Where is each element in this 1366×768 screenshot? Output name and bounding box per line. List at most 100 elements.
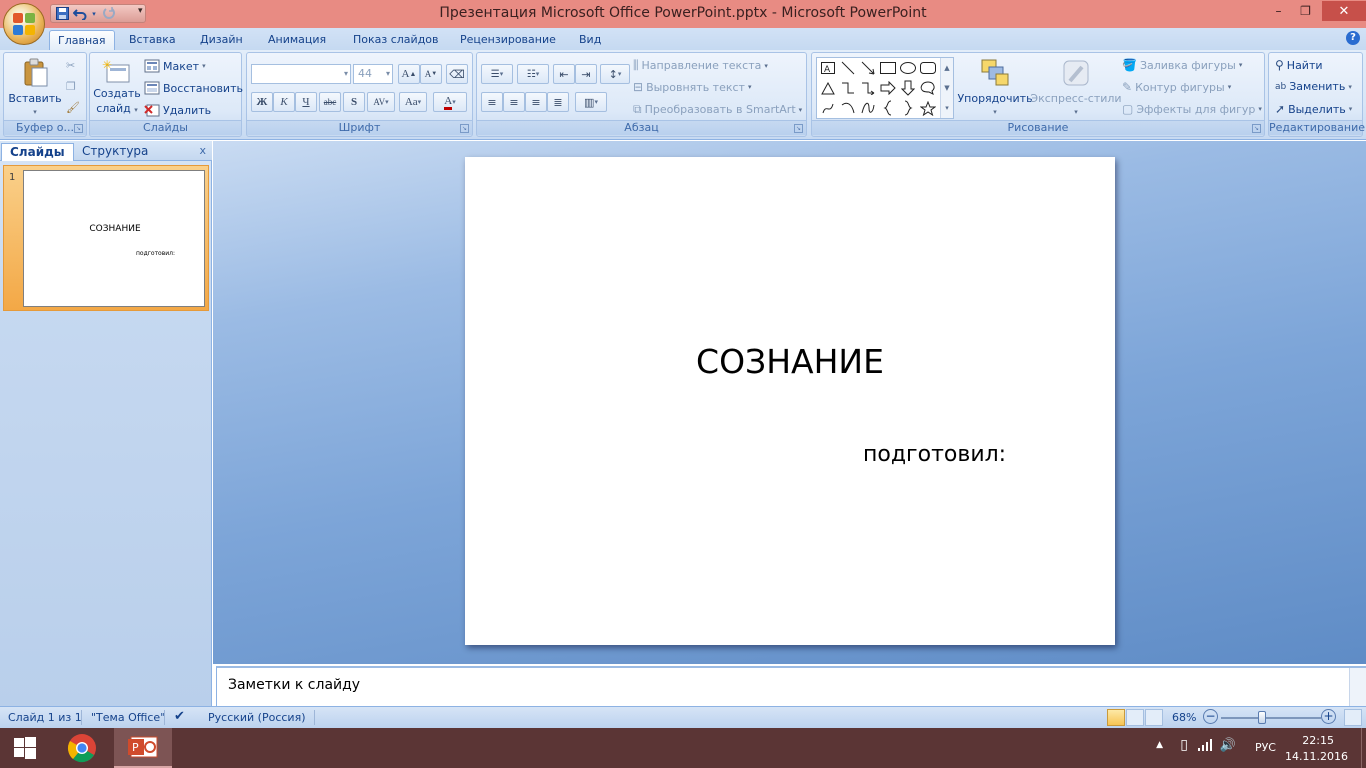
oval-shape-icon[interactable] xyxy=(898,58,918,78)
columns-button[interactable]: ▥ ▾ xyxy=(575,92,607,112)
tab-outline[interactable]: Структура xyxy=(74,143,156,161)
strikethrough-button[interactable]: abc xyxy=(319,92,341,112)
tab-insert[interactable]: Вставка xyxy=(121,30,184,50)
decrease-indent-icon[interactable]: ⇤ xyxy=(553,64,575,84)
freeform-shape-icon[interactable] xyxy=(818,98,838,118)
left-brace-shape-icon[interactable] xyxy=(878,98,898,118)
bold-button[interactable]: Ж xyxy=(251,92,273,112)
clock-time[interactable]: 22:15 xyxy=(1302,734,1334,747)
clock-date[interactable]: 14.11.2016 xyxy=(1285,750,1348,763)
tab-slideshow[interactable]: Показ слайдов xyxy=(345,30,447,50)
spellcheck-icon[interactable]: ✔ xyxy=(174,709,185,724)
numbering-button[interactable]: ☷ ▾ xyxy=(517,64,549,84)
char-spacing-button[interactable]: AV ▾ xyxy=(367,92,395,112)
font-launcher-icon[interactable]: ↘ xyxy=(460,124,469,133)
notes-placeholder[interactable]: Заметки к слайду xyxy=(228,677,360,693)
copy-icon[interactable]: ❐ xyxy=(66,80,76,93)
align-center-icon[interactable]: ≡ xyxy=(503,92,525,112)
rectangle-shape-icon[interactable] xyxy=(878,58,898,78)
power-icon[interactable]: ▯ xyxy=(1180,737,1188,753)
slide-title[interactable]: СОЗНАНИЕ xyxy=(465,342,1115,381)
select-button[interactable]: ➚ Выделить ▾ xyxy=(1275,102,1352,116)
replace-button[interactable]: ab Заменить ▾ xyxy=(1275,80,1352,93)
underline-button[interactable]: Ч xyxy=(295,92,317,112)
language-status[interactable]: Русский (Россия) xyxy=(208,711,306,724)
zoom-slider-thumb[interactable] xyxy=(1257,711,1266,724)
grow-font-button[interactable]: A ▲ xyxy=(398,64,420,84)
chrome-taskbar-icon[interactable] xyxy=(53,728,111,768)
slide-subtitle[interactable]: подготовил: xyxy=(863,442,1006,467)
star-shape-icon[interactable] xyxy=(918,98,938,118)
delete-button[interactable]: Удалить xyxy=(144,102,211,118)
shape-outline-button[interactable]: ✎ Контур фигуры ▾ xyxy=(1122,80,1231,94)
tab-animation[interactable]: Анимация xyxy=(260,30,334,50)
zoom-out-icon[interactable]: − xyxy=(1203,709,1218,724)
notes-pane[interactable]: Заметки к слайду xyxy=(216,666,1366,708)
align-text-button[interactable]: ⊟ Выровнять текст ▾ xyxy=(633,80,751,94)
right-arrow-shape-icon[interactable] xyxy=(878,78,898,98)
layout-button[interactable]: Макет ▾ xyxy=(144,58,206,74)
slide-thumbnail[interactable]: СОЗНАНИЕ подготовил: xyxy=(23,170,205,307)
elbow-connector-icon[interactable] xyxy=(838,78,858,98)
clipboard-launcher-icon[interactable]: ↘ xyxy=(74,124,83,133)
tab-review[interactable]: Рецензирование xyxy=(452,30,564,50)
show-desktop-button[interactable] xyxy=(1361,728,1366,768)
volume-icon[interactable]: 🔊 xyxy=(1220,738,1236,753)
office-button[interactable] xyxy=(3,3,45,45)
shadow-button[interactable]: S xyxy=(343,92,365,112)
slideshow-view-icon[interactable] xyxy=(1145,709,1163,726)
italic-button[interactable]: К xyxy=(273,92,295,112)
font-name-combo[interactable]: ▾ xyxy=(251,64,351,84)
zoom-in-icon[interactable]: + xyxy=(1321,709,1336,724)
drawing-launcher-icon[interactable]: ↘ xyxy=(1252,124,1261,133)
arc-shape-icon[interactable] xyxy=(838,98,858,118)
tab-slides[interactable]: Слайды xyxy=(1,143,74,161)
shapes-gallery-scroll[interactable]: ▲ ▼ ▾ xyxy=(940,58,953,118)
arrange-button[interactable]: Упорядочить ▾ xyxy=(957,57,1033,116)
restore-button[interactable]: ❐ xyxy=(1292,1,1319,21)
right-brace-shape-icon[interactable] xyxy=(898,98,918,118)
change-case-button[interactable]: Aa ▾ xyxy=(399,92,427,112)
shrink-font-button[interactable]: A ▼ xyxy=(420,64,442,84)
font-size-combo[interactable]: 44 ▾ xyxy=(353,64,393,84)
slide-thumbnail-selected[interactable]: 1 СОЗНАНИЕ подготовил: xyxy=(3,165,209,311)
normal-view-icon[interactable] xyxy=(1107,709,1125,726)
powerpoint-taskbar-icon[interactable]: P xyxy=(114,728,172,768)
quick-styles-button[interactable]: Экспресс-стили ▾ xyxy=(1030,57,1122,116)
slide-canvas[interactable]: СОЗНАНИЕ подготовил: xyxy=(465,157,1115,645)
justify-icon[interactable]: ≣ xyxy=(547,92,569,112)
windows-start-icon[interactable] xyxy=(0,728,50,768)
text-direction-button[interactable]: ⫼ Направление текста ▾ xyxy=(633,58,768,73)
triangle-shape-icon[interactable] xyxy=(818,78,838,98)
smartart-button[interactable]: ⧉ Преобразовать в SmartArt ▾ xyxy=(633,102,802,117)
align-right-icon[interactable]: ≡ xyxy=(525,92,547,112)
shape-fill-button[interactable]: 🪣 Заливка фигуры ▾ xyxy=(1122,58,1242,72)
network-icon[interactable] xyxy=(1198,739,1214,754)
clear-format-icon[interactable]: ⌫ xyxy=(446,64,468,84)
font-color-button[interactable]: A ▾ xyxy=(433,92,467,112)
curve-shape-icon[interactable] xyxy=(858,98,878,118)
shape-effects-button[interactable]: ▢ Эффекты для фигур ▾ xyxy=(1122,102,1262,116)
format-painter-icon[interactable]: 🖌 xyxy=(66,101,80,114)
input-language[interactable]: РУС xyxy=(1255,741,1276,754)
cut-icon[interactable]: ✂ xyxy=(66,59,75,72)
increase-indent-icon[interactable]: ⇥ xyxy=(575,64,597,84)
zoom-slider[interactable] xyxy=(1221,711,1321,724)
down-arrow-shape-icon[interactable] xyxy=(898,78,918,98)
reset-button[interactable]: Восстановить xyxy=(144,80,243,96)
textbox-shape-icon[interactable]: A xyxy=(818,58,838,78)
align-left-icon[interactable]: ≡ xyxy=(481,92,503,112)
find-button[interactable]: ⚲ Найти xyxy=(1275,58,1323,72)
fit-to-window-icon[interactable] xyxy=(1344,709,1362,726)
help-icon[interactable]: ? xyxy=(1346,31,1360,45)
paste-button[interactable]: Вставить ▾ xyxy=(8,57,62,116)
bullets-button[interactable]: ☰ ▾ xyxy=(481,64,513,84)
notes-scrollbar[interactable] xyxy=(1349,668,1366,708)
tab-home[interactable]: Главная xyxy=(49,30,115,50)
show-hidden-icons-icon[interactable]: ▲ xyxy=(1156,740,1163,750)
elbow-arrow-icon[interactable] xyxy=(858,78,878,98)
close-button[interactable]: ✕ xyxy=(1322,1,1366,21)
minimize-button[interactable]: – xyxy=(1265,1,1292,21)
new-slide-button[interactable]: ✳ Создать слайд ▾ xyxy=(93,59,141,116)
line-spacing-button[interactable]: ↕ ▾ xyxy=(600,64,630,84)
